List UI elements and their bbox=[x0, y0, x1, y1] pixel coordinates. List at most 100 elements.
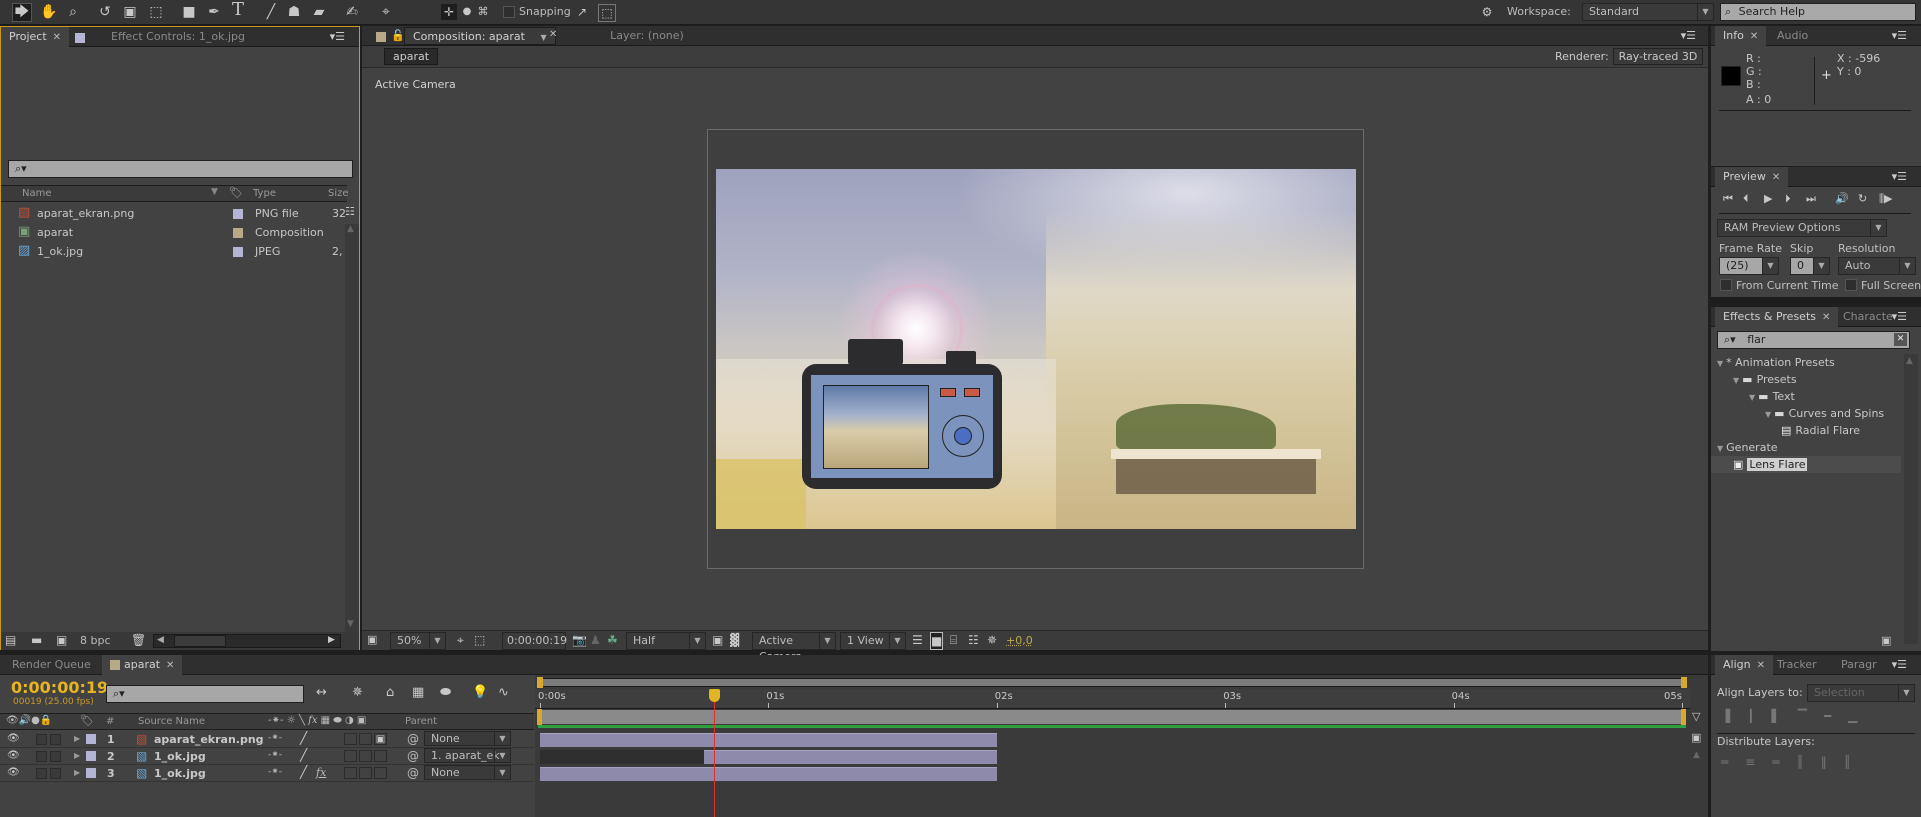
always-preview-icon[interactable]: ▣ bbox=[367, 632, 377, 648]
full-screen-checkbox[interactable] bbox=[1845, 279, 1857, 291]
disclosure-triangle-icon[interactable]: ▼ bbox=[1765, 410, 1771, 419]
adjustment-layer-toggle[interactable] bbox=[359, 733, 372, 745]
quality-switch-icon[interactable]: ╱ bbox=[300, 748, 307, 762]
expand-triangle-icon[interactable]: ▶ bbox=[74, 751, 80, 760]
panel-menu-icon[interactable]: ▾☰ bbox=[1892, 29, 1907, 42]
first-frame-icon[interactable]: ⏮ bbox=[1723, 191, 1733, 207]
type-tool-icon[interactable]: T bbox=[228, 1, 248, 19]
graph-editor-icon[interactable]: ∿ bbox=[498, 685, 509, 701]
adjustment-layer-toggle[interactable] bbox=[359, 767, 372, 779]
workspace-dropdown[interactable]: Standard ▼ bbox=[1582, 3, 1714, 21]
flowchart-icon[interactable]: ☷ bbox=[968, 632, 979, 648]
new-folder-icon[interactable]: ▣ bbox=[1881, 633, 1891, 649]
scroll-down-icon[interactable]: ▼ bbox=[347, 619, 354, 629]
label-color-swatch[interactable] bbox=[233, 228, 243, 238]
align-to-dropdown[interactable]: Selection ▼ bbox=[1807, 684, 1915, 702]
lock-icon[interactable]: 🔓 bbox=[391, 29, 405, 42]
shy-switch-icon[interactable]: -⁕- bbox=[268, 733, 282, 743]
previous-frame-icon[interactable]: ⏴ bbox=[1743, 191, 1749, 207]
tab-effect-controls[interactable]: Effect Controls: 1_ok.jpg bbox=[103, 27, 253, 47]
project-item[interactable]: ▨ 1_ok.jpg JPEG 2, bbox=[1, 242, 347, 261]
project-scrollbar[interactable]: ▲ ▼ bbox=[345, 224, 359, 634]
layer-row[interactable]: 👁 ▶ 2 ▧ 1_ok.jpg -⁕- ╱ @1. aparat_ek ▼ bbox=[0, 748, 534, 765]
work-area-end-handle[interactable] bbox=[1681, 709, 1686, 725]
snapshot-icon[interactable]: 📷 bbox=[572, 632, 587, 648]
draft-3d-icon[interactable]: ■ bbox=[930, 632, 944, 650]
distribute-vertical-center-icon[interactable]: ≡ bbox=[1745, 755, 1772, 769]
ram-preview-options-dropdown[interactable]: RAM Preview Options ▼ bbox=[1717, 219, 1887, 237]
next-frame-icon[interactable]: ⏵ bbox=[1785, 191, 1791, 207]
frame-blending-icon[interactable]: ▦ bbox=[412, 685, 424, 701]
scroll-up-icon[interactable]: ▲ bbox=[1906, 356, 1913, 366]
draft-3d-icon[interactable]: ✵ bbox=[352, 685, 363, 701]
composition-mini-flowchart-icon[interactable]: ↔ bbox=[316, 685, 327, 701]
pen-tool-icon[interactable]: ✒ bbox=[205, 4, 223, 20]
layer-duration-bar[interactable] bbox=[540, 767, 997, 781]
tab-tracker[interactable]: Tracker bbox=[1769, 655, 1825, 675]
timeline-search-input[interactable]: ⌕▾ bbox=[106, 685, 304, 703]
fx-switch-icon[interactable]: fx bbox=[316, 766, 326, 779]
tab-audio[interactable]: Audio bbox=[1769, 26, 1816, 46]
lock-toggle[interactable] bbox=[50, 768, 61, 779]
sort-chevron-icon[interactable]: ▼ bbox=[211, 187, 218, 197]
reset-exposure-icon[interactable]: ✵ bbox=[987, 632, 997, 648]
label-tag-icon[interactable]: 🏷 bbox=[229, 186, 243, 199]
align-horizontal-center-icon[interactable]: ┃ bbox=[1747, 709, 1771, 723]
time-navigator-end-handle[interactable] bbox=[1681, 677, 1687, 688]
layer-name[interactable]: 1_ok.jpg bbox=[154, 750, 206, 763]
snapping-checkbox[interactable] bbox=[503, 6, 515, 18]
camera-view-dropdown[interactable]: Active Camera▼ bbox=[752, 632, 836, 663]
tab-preview[interactable]: Preview ✕ bbox=[1715, 167, 1789, 187]
world-axis-icon[interactable]: ● bbox=[460, 4, 474, 20]
close-icon[interactable]: ✕ bbox=[1757, 660, 1765, 671]
scroll-left-icon[interactable]: ◀ bbox=[157, 635, 164, 645]
effects-tree-item[interactable]: ▼ Generate bbox=[1711, 439, 1901, 456]
label-color-swatch[interactable] bbox=[86, 768, 96, 778]
parent-pickwhip-icon[interactable]: @ bbox=[407, 732, 419, 746]
view-layout-dropdown[interactable]: 1 View ▼ bbox=[840, 632, 906, 650]
toggle-transparency-grid-icon[interactable]: ▓ bbox=[730, 632, 739, 648]
brainstorm-icon[interactable]: 💡 bbox=[472, 685, 488, 701]
scroll-up-icon[interactable]: ▲ bbox=[1693, 747, 1700, 763]
quality-switch-icon[interactable]: ╱ bbox=[300, 731, 307, 745]
last-frame-icon[interactable]: ⏭ bbox=[1806, 191, 1816, 207]
magnification-dropdown[interactable]: 50% ▼ bbox=[390, 632, 446, 650]
effects-tree-item[interactable]: ▤ Radial Flare bbox=[1711, 422, 1901, 439]
roto-brush-tool-icon[interactable]: ✍ bbox=[343, 4, 361, 20]
fast-previews-icon[interactable]: ▣ bbox=[712, 632, 723, 648]
tab-composition[interactable]: Composition: aparat ▼ bbox=[404, 27, 556, 45]
label-color-swatch[interactable] bbox=[233, 247, 243, 257]
layer-name[interactable]: aparat_ekran.png bbox=[154, 733, 264, 746]
column-type[interactable]: Type bbox=[253, 188, 276, 199]
motion-blur-icon[interactable]: ⬬ bbox=[440, 685, 451, 701]
disclosure-triangle-icon[interactable]: ▼ bbox=[1717, 444, 1723, 453]
clear-search-icon[interactable]: ✕ bbox=[1894, 333, 1907, 346]
close-icon[interactable]: ✕ bbox=[53, 32, 61, 43]
parent-dropdown[interactable]: None ▼ bbox=[424, 765, 511, 780]
tab-aparat-timeline[interactable]: aparat ✕ bbox=[102, 655, 183, 675]
tab-paragraph[interactable]: Paragr bbox=[1833, 655, 1885, 675]
tab-align[interactable]: Align ✕ bbox=[1715, 655, 1773, 675]
region-of-interest-icon[interactable]: ⌖ bbox=[457, 632, 464, 648]
disclosure-triangle-icon[interactable]: ▼ bbox=[1749, 393, 1755, 402]
disclosure-triangle-icon[interactable]: ▼ bbox=[1733, 376, 1739, 385]
trash-icon[interactable]: 🗑 bbox=[131, 632, 146, 648]
clone-stamp-tool-icon[interactable]: ☗ bbox=[285, 4, 303, 20]
distribute-left-icon[interactable]: ║ bbox=[1797, 755, 1821, 769]
visibility-eye-icon[interactable]: 👁 bbox=[7, 733, 20, 744]
visibility-eye-icon[interactable]: 👁 bbox=[7, 750, 20, 761]
tab-effects-presets[interactable]: Effects & Presets ✕ bbox=[1715, 307, 1839, 327]
close-icon[interactable]: ✕ bbox=[1772, 172, 1780, 183]
effects-tree-item[interactable]: ▣ Lens Flare bbox=[1711, 456, 1901, 473]
rectangle-tool-icon[interactable]: ■ bbox=[180, 4, 198, 20]
project-search-input[interactable]: ⌕▾ bbox=[8, 160, 353, 178]
ram-preview-icon[interactable]: ⫼▶ bbox=[1879, 191, 1893, 207]
pan-behind-tool-icon[interactable]: ⬚ bbox=[146, 4, 166, 20]
effects-tree-item[interactable]: ▼ ▬ Presets bbox=[1711, 371, 1901, 388]
project-item[interactable]: ▣ aparat Composition bbox=[1, 223, 347, 242]
pixel-aspect-icon[interactable]: ☰ bbox=[912, 632, 923, 648]
scrollbar-thumb[interactable] bbox=[174, 635, 226, 647]
transparency-grid-icon[interactable]: ⬚ bbox=[474, 632, 485, 648]
solo-toggle[interactable] bbox=[36, 734, 47, 745]
selection-tool-icon[interactable]: 🡆 bbox=[12, 3, 32, 22]
